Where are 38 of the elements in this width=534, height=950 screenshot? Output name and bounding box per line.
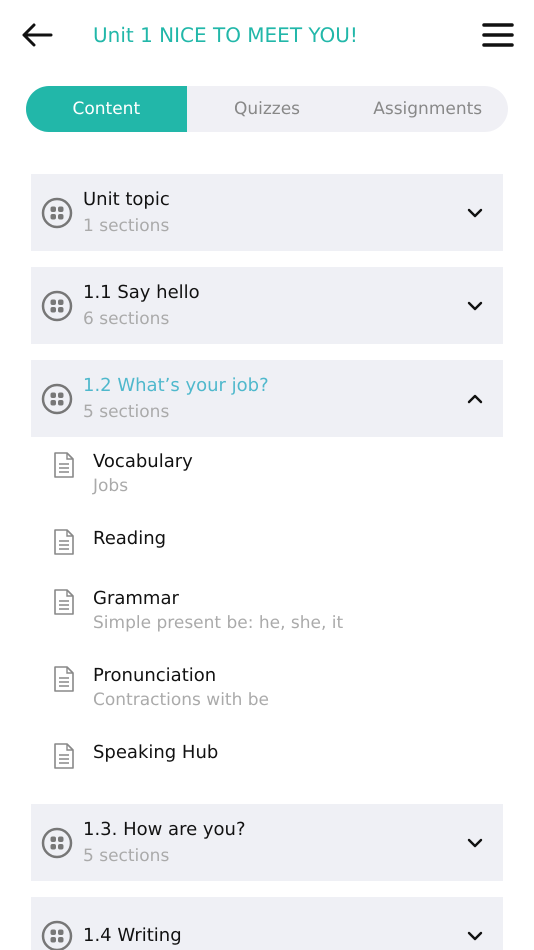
document-icon [53,528,75,556]
section-count: 5 sections [83,846,170,866]
document-icon [53,742,75,770]
section-count: 1 sections [83,216,170,236]
document-icon [53,588,75,616]
section-header[interactable]: 1.1 Say hello 6 sections [31,267,503,344]
section-header[interactable]: Unit topic 1 sections [31,174,503,251]
document-icon [53,451,75,479]
chevron-down-icon [467,838,483,848]
lesson-title[interactable]: Reading [93,528,503,549]
document-icon [53,665,75,693]
lesson-subtitle: Jobs [93,476,130,496]
lesson-subtitle: Contractions with be [93,690,270,710]
grid-circle-icon [41,196,73,228]
lesson-title[interactable]: Pronunciation [93,665,503,686]
chevron-down-icon [467,208,483,218]
section-title: Unit topic [83,189,171,210]
section-header[interactable]: 1.3. How are you? 5 sections [31,804,503,881]
lesson-title[interactable]: Vocabulary [93,451,503,472]
grid-circle-icon [41,382,73,414]
lesson-title[interactable]: Speaking Hub [93,742,503,763]
section-title: 1.2 What’s your job? [83,375,270,396]
chevron-down-icon [467,930,483,940]
section-title: 1.3. How are you? [83,819,247,840]
lesson-title[interactable]: Grammar [93,588,503,609]
section-title: 1.4 Writing [83,925,183,946]
page-title: Unit 1 NICE TO MEET YOU! [93,23,359,47]
section-count: 6 sections [83,309,170,329]
grid-circle-icon [41,290,73,322]
grid-circle-icon [41,826,73,858]
chevron-up-icon [467,394,483,404]
section-header[interactable]: 1.4 Writing [31,897,503,950]
section-count: 5 sections [83,402,170,422]
chevron-down-icon [467,300,483,310]
menu-icon[interactable] [482,22,514,48]
section-title: 1.1 Say hello [83,282,201,303]
lesson-subtitle: Simple present be: he, she, it [93,613,344,633]
back-arrow-icon[interactable] [21,23,53,47]
